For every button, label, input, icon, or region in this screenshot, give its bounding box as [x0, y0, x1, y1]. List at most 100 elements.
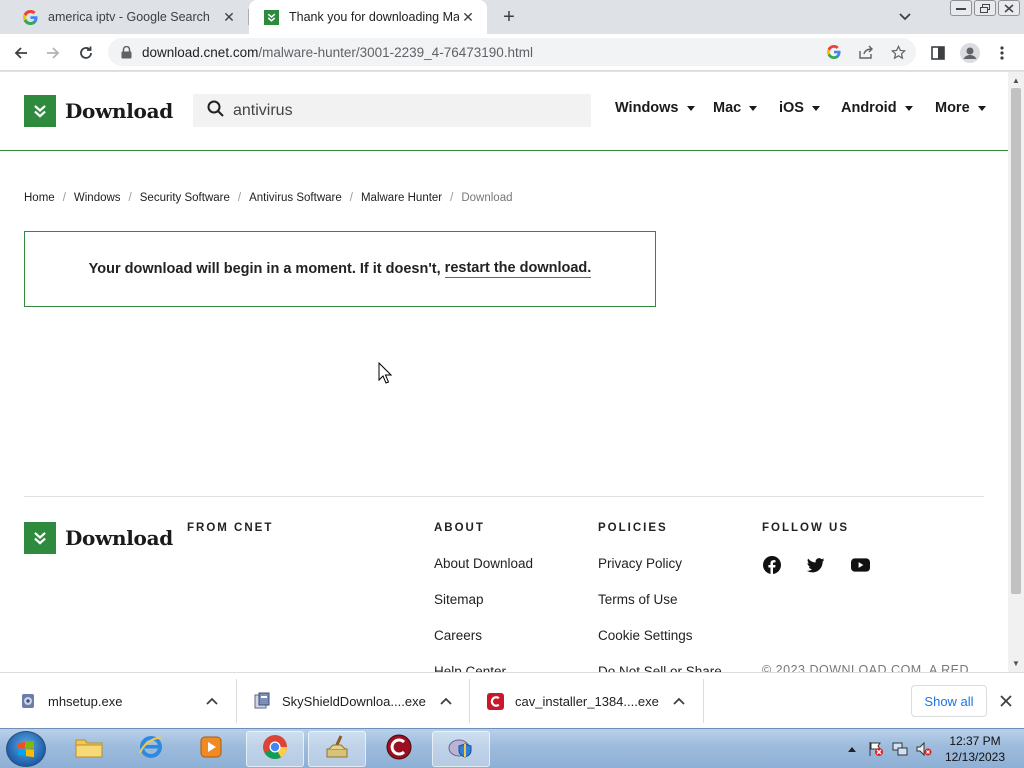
nav-label: Windows — [615, 100, 679, 116]
system-clock[interactable]: 12:37 PM 12/13/2023 — [935, 733, 1015, 765]
close-shelf-icon[interactable] — [996, 691, 1016, 711]
breadcrumb-windows[interactable]: Windows — [74, 192, 121, 204]
bookmark-star-icon[interactable] — [889, 43, 907, 61]
twitter-icon[interactable] — [806, 555, 826, 575]
new-tab-button[interactable]: + — [497, 6, 521, 28]
reload-button[interactable] — [73, 40, 99, 66]
show-all-button[interactable]: Show all — [911, 685, 987, 717]
tab-google-search[interactable]: america iptv - Google Search ✕ — [8, 0, 248, 34]
scroll-up-arrow-icon[interactable]: ▲ — [1008, 73, 1024, 87]
broom-icon — [323, 733, 351, 766]
site-search-input[interactable]: antivirus — [193, 94, 591, 127]
clock-time: 12:37 PM — [949, 734, 1001, 748]
nav-label: Mac — [713, 100, 742, 116]
download-item-skyshield[interactable]: SkyShieldDownloa....exe — [252, 673, 468, 729]
taskbar-media-player[interactable] — [182, 731, 240, 767]
download-shelf: mhsetup.exe SkyShieldDownloa....exe cav_… — [0, 672, 1024, 728]
start-button[interactable] — [6, 731, 46, 767]
taskbar-cleanup-tool[interactable] — [308, 731, 366, 767]
tab-title: Thank you for downloading Malware Hunter — [289, 10, 459, 24]
logo-text: Download — [65, 526, 173, 550]
download-item-mhsetup[interactable]: mhsetup.exe — [18, 673, 236, 729]
comodo-icon — [385, 733, 413, 766]
close-tab-icon[interactable]: ✕ — [459, 8, 477, 26]
breadcrumb-malware-hunter[interactable]: Malware Hunter — [361, 192, 442, 204]
caret-down-icon — [686, 105, 695, 111]
nav-more[interactable]: More — [935, 100, 986, 116]
nav-ios[interactable]: iOS — [779, 100, 820, 116]
breadcrumb-home[interactable]: Home — [24, 192, 55, 204]
url-text: download.cnet.com/malware-hunter/3001-22… — [142, 45, 533, 60]
lock-icon[interactable] — [118, 44, 134, 60]
footer-heading-from-cnet: FROM CNET — [187, 522, 274, 534]
back-button[interactable] — [8, 40, 34, 66]
chevron-up-icon[interactable] — [204, 693, 220, 709]
volume-muted-icon[interactable] — [913, 741, 935, 757]
notice-text: Your download will begin in a moment. If… — [88, 261, 441, 277]
footer-link-sitemap[interactable]: Sitemap — [434, 592, 484, 607]
restore-button[interactable] — [974, 0, 996, 16]
restart-download-link[interactable]: restart the download. — [444, 260, 592, 278]
shield-installer-icon — [447, 734, 475, 765]
logo-text: Download — [65, 99, 173, 123]
address-bar[interactable]: download.cnet.com/malware-hunter/3001-22… — [108, 38, 916, 66]
download-logo-icon — [24, 522, 56, 554]
mouse-cursor-icon — [378, 361, 393, 389]
action-center-flag-icon[interactable] — [865, 741, 887, 757]
scrollbar-thumb[interactable] — [1011, 88, 1021, 594]
menu-kebab-icon[interactable] — [989, 40, 1015, 66]
page-scrollbar[interactable]: ▲ ▼ — [1008, 72, 1024, 672]
taskbar-security-installer[interactable] — [432, 731, 490, 767]
clock-date: 12/13/2023 — [944, 750, 1006, 764]
footer-link-privacy-policy[interactable]: Privacy Policy — [598, 556, 682, 571]
chevron-up-icon[interactable] — [671, 693, 687, 709]
tab-search-chevron-icon[interactable] — [895, 7, 915, 27]
page-viewport: Download antivirus Windows Mac iOS Andro… — [0, 72, 1008, 672]
profile-avatar[interactable] — [957, 40, 983, 66]
footer-link-cookie-settings[interactable]: Cookie Settings — [598, 628, 693, 643]
tray-expand-icon[interactable] — [845, 746, 859, 752]
footer-divider — [24, 496, 984, 497]
nav-windows[interactable]: Windows — [615, 100, 695, 116]
network-icon[interactable] — [889, 741, 911, 757]
download-separator — [236, 679, 237, 723]
youtube-icon[interactable] — [850, 555, 870, 575]
system-tray — [845, 729, 935, 768]
caret-down-icon — [977, 105, 986, 111]
footer-link-help-center[interactable]: Help Center — [434, 664, 506, 672]
breadcrumb-current: Download — [461, 192, 513, 204]
footer-link-careers[interactable]: Careers — [434, 628, 482, 643]
taskbar-explorer[interactable] — [60, 731, 118, 767]
google-translate-icon[interactable] — [825, 43, 843, 61]
nav-mac[interactable]: Mac — [713, 100, 758, 116]
scroll-down-arrow-icon[interactable]: ▼ — [1008, 656, 1024, 670]
nav-android[interactable]: Android — [841, 100, 913, 116]
installer-icon — [18, 691, 38, 711]
minimize-button[interactable] — [950, 0, 972, 16]
site-logo[interactable]: Download — [24, 95, 173, 127]
comodo-icon — [485, 691, 505, 711]
breadcrumb-security-software[interactable]: Security Software — [140, 192, 230, 204]
download-item-cav-installer[interactable]: cav_installer_1384....exe — [485, 673, 703, 729]
breadcrumb-antivirus-software[interactable]: Antivirus Software — [249, 192, 342, 204]
chevron-up-icon[interactable] — [438, 693, 454, 709]
folder-icon — [74, 735, 104, 764]
footer-heading-about: ABOUT — [434, 522, 485, 534]
facebook-icon[interactable] — [762, 555, 782, 575]
tab-download-malware-hunter[interactable]: Thank you for downloading Malware Hunter… — [249, 0, 487, 34]
close-tab-icon[interactable]: ✕ — [220, 8, 238, 26]
footer-link-terms-of-use[interactable]: Terms of Use — [598, 592, 678, 607]
forward-button[interactable] — [40, 40, 66, 66]
search-icon — [207, 100, 224, 122]
share-icon[interactable] — [857, 43, 875, 61]
footer-logo[interactable]: Download — [24, 522, 173, 554]
taskbar-comodo[interactable] — [370, 731, 428, 767]
taskbar-chrome[interactable] — [246, 731, 304, 767]
download-logo-icon — [24, 95, 56, 127]
side-panel-icon[interactable] — [925, 40, 951, 66]
taskbar-internet-explorer[interactable] — [122, 731, 180, 767]
footer-link-about-download[interactable]: About Download — [434, 556, 533, 571]
footer-link-do-not-sell[interactable]: Do Not Sell or Share — [598, 664, 722, 672]
download-site-icon — [263, 9, 279, 25]
close-window-button[interactable] — [998, 0, 1020, 16]
